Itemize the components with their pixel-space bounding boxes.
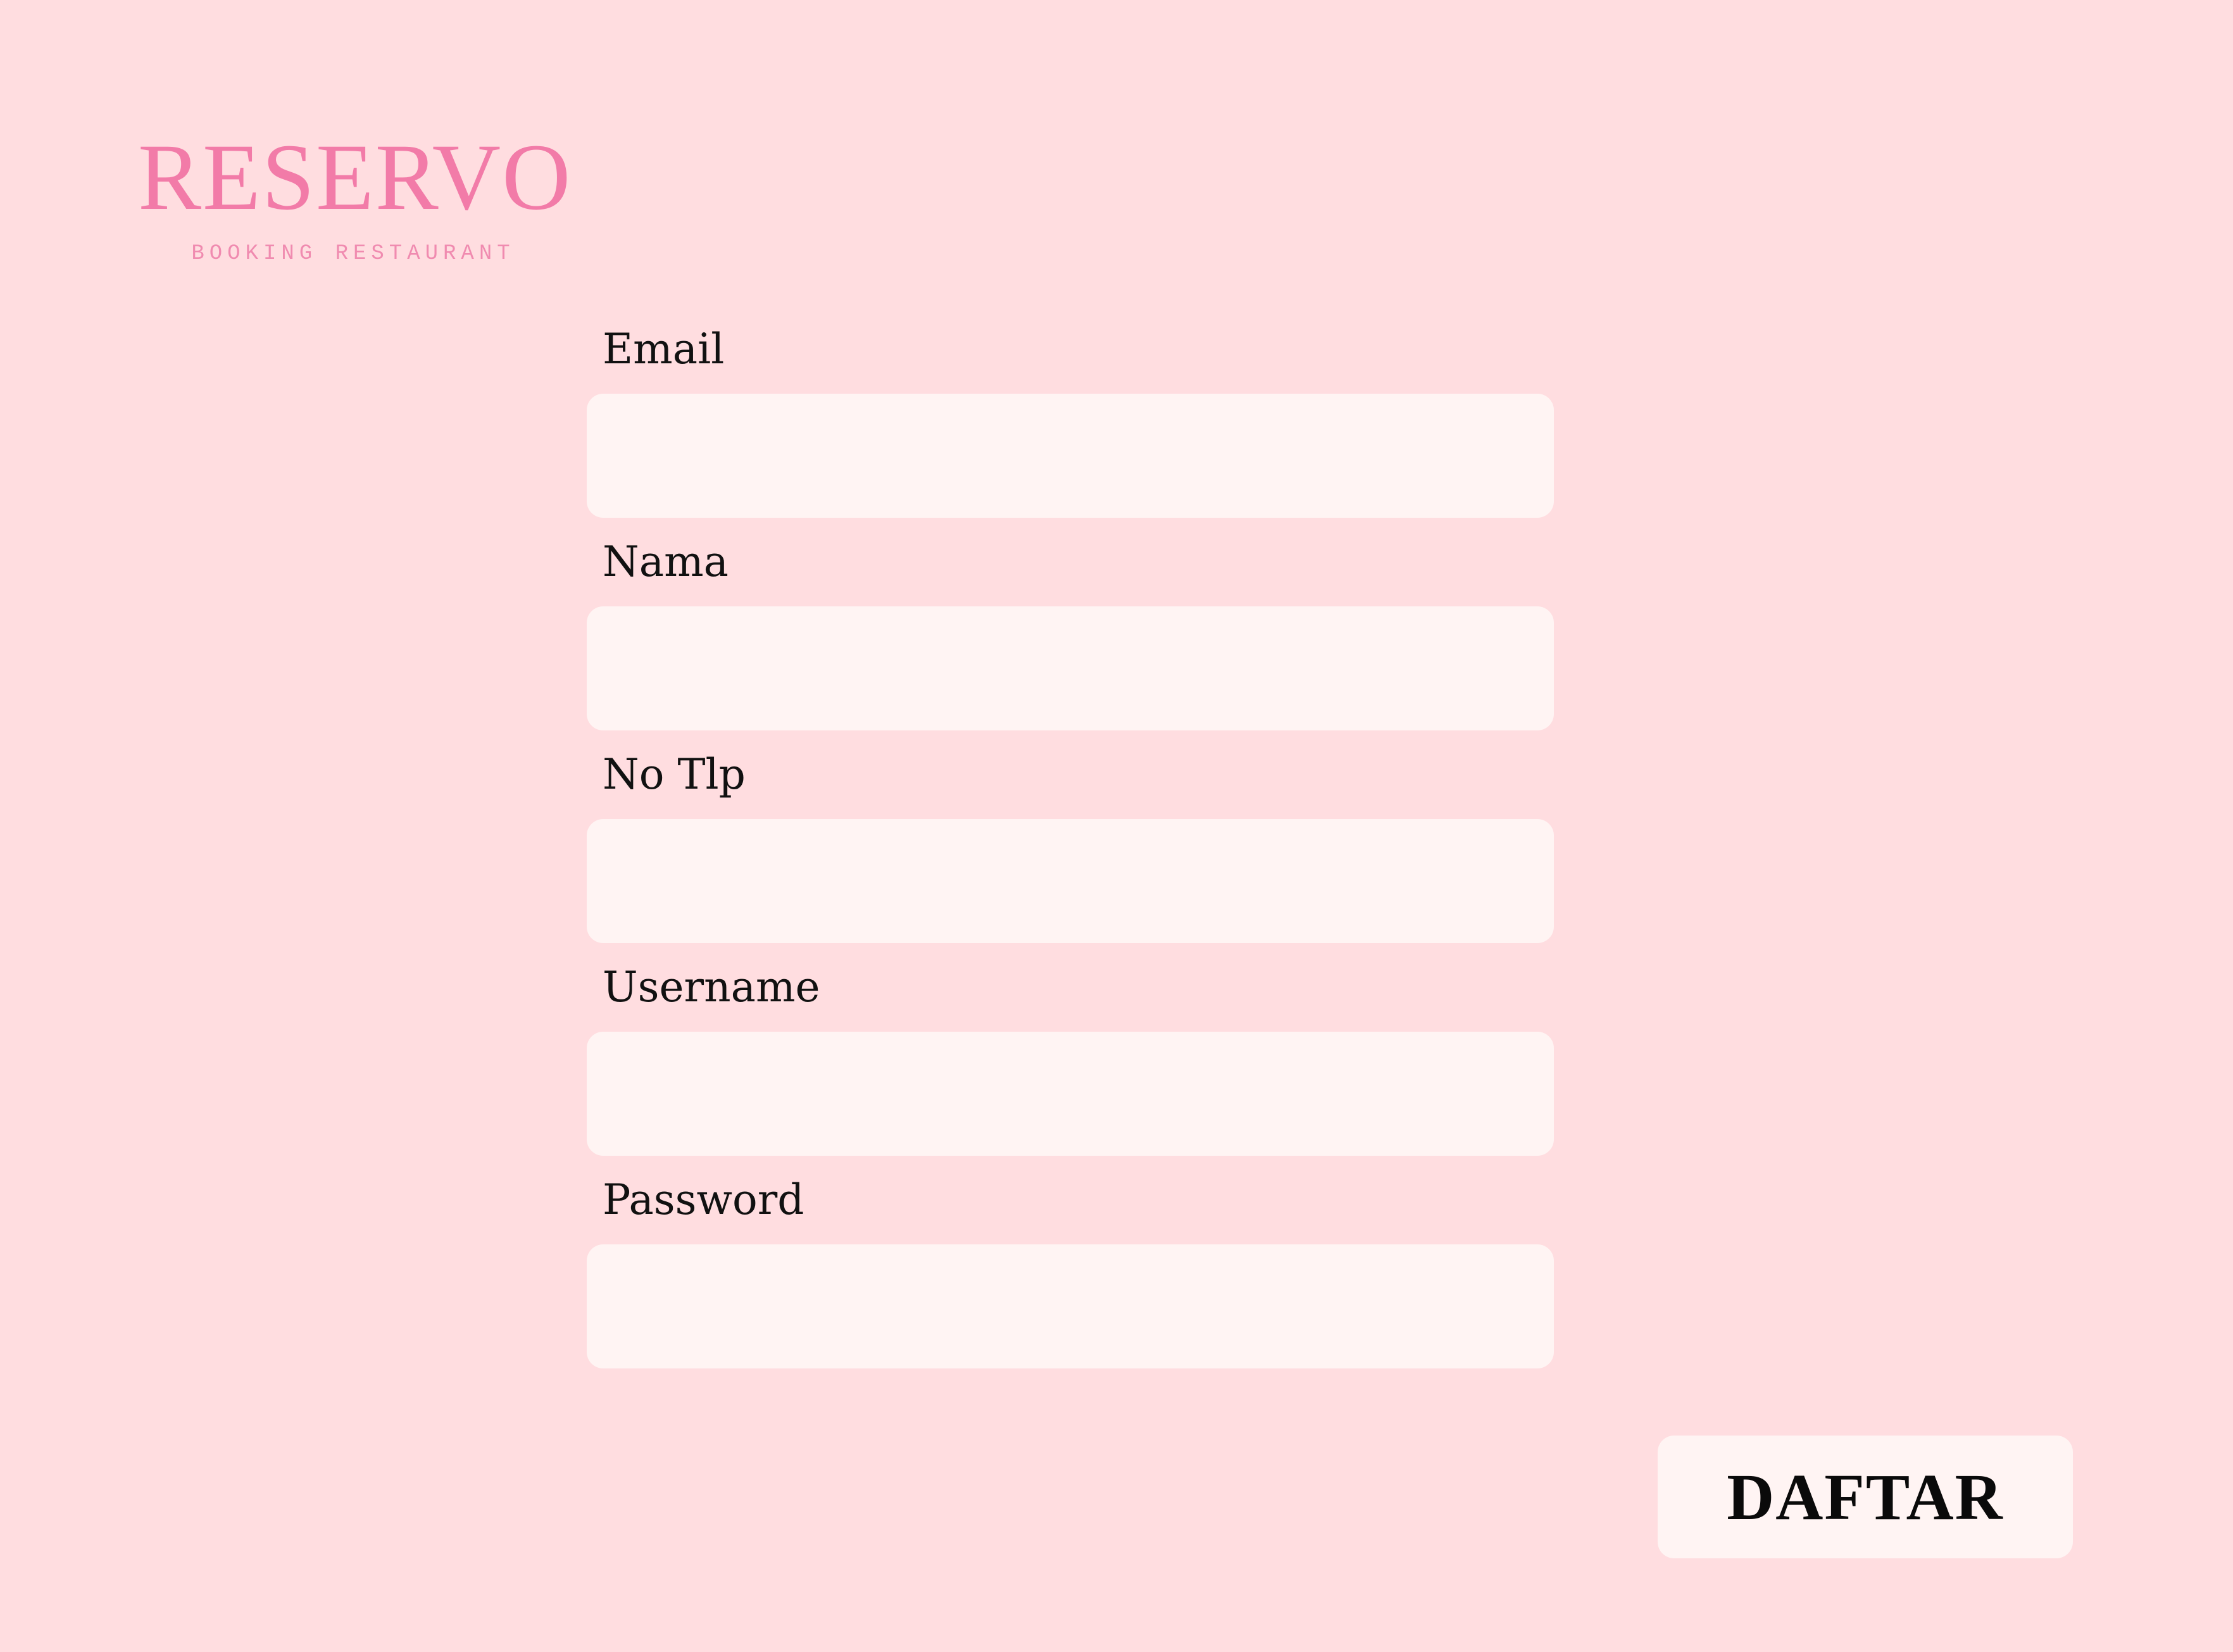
username-label: Username [603, 963, 820, 1011]
nama-field[interactable] [587, 606, 1554, 730]
brand-logo: RESERVO BOOKING RESTAURANT [138, 125, 572, 266]
email-label: Email [603, 325, 725, 373]
no-tlp-label: No Tlp [603, 750, 746, 799]
email-field[interactable] [587, 394, 1554, 518]
brand-subtitle: BOOKING RESTAURANT [191, 242, 515, 266]
brand-title: RESERVO [138, 125, 572, 230]
password-label: Password [603, 1175, 804, 1224]
daftar-button[interactable]: DAFTAR [1658, 1436, 2073, 1558]
nama-label: Nama [603, 537, 729, 586]
username-field[interactable] [587, 1032, 1554, 1156]
password-field[interactable] [587, 1244, 1554, 1368]
no-tlp-field[interactable] [587, 819, 1554, 943]
